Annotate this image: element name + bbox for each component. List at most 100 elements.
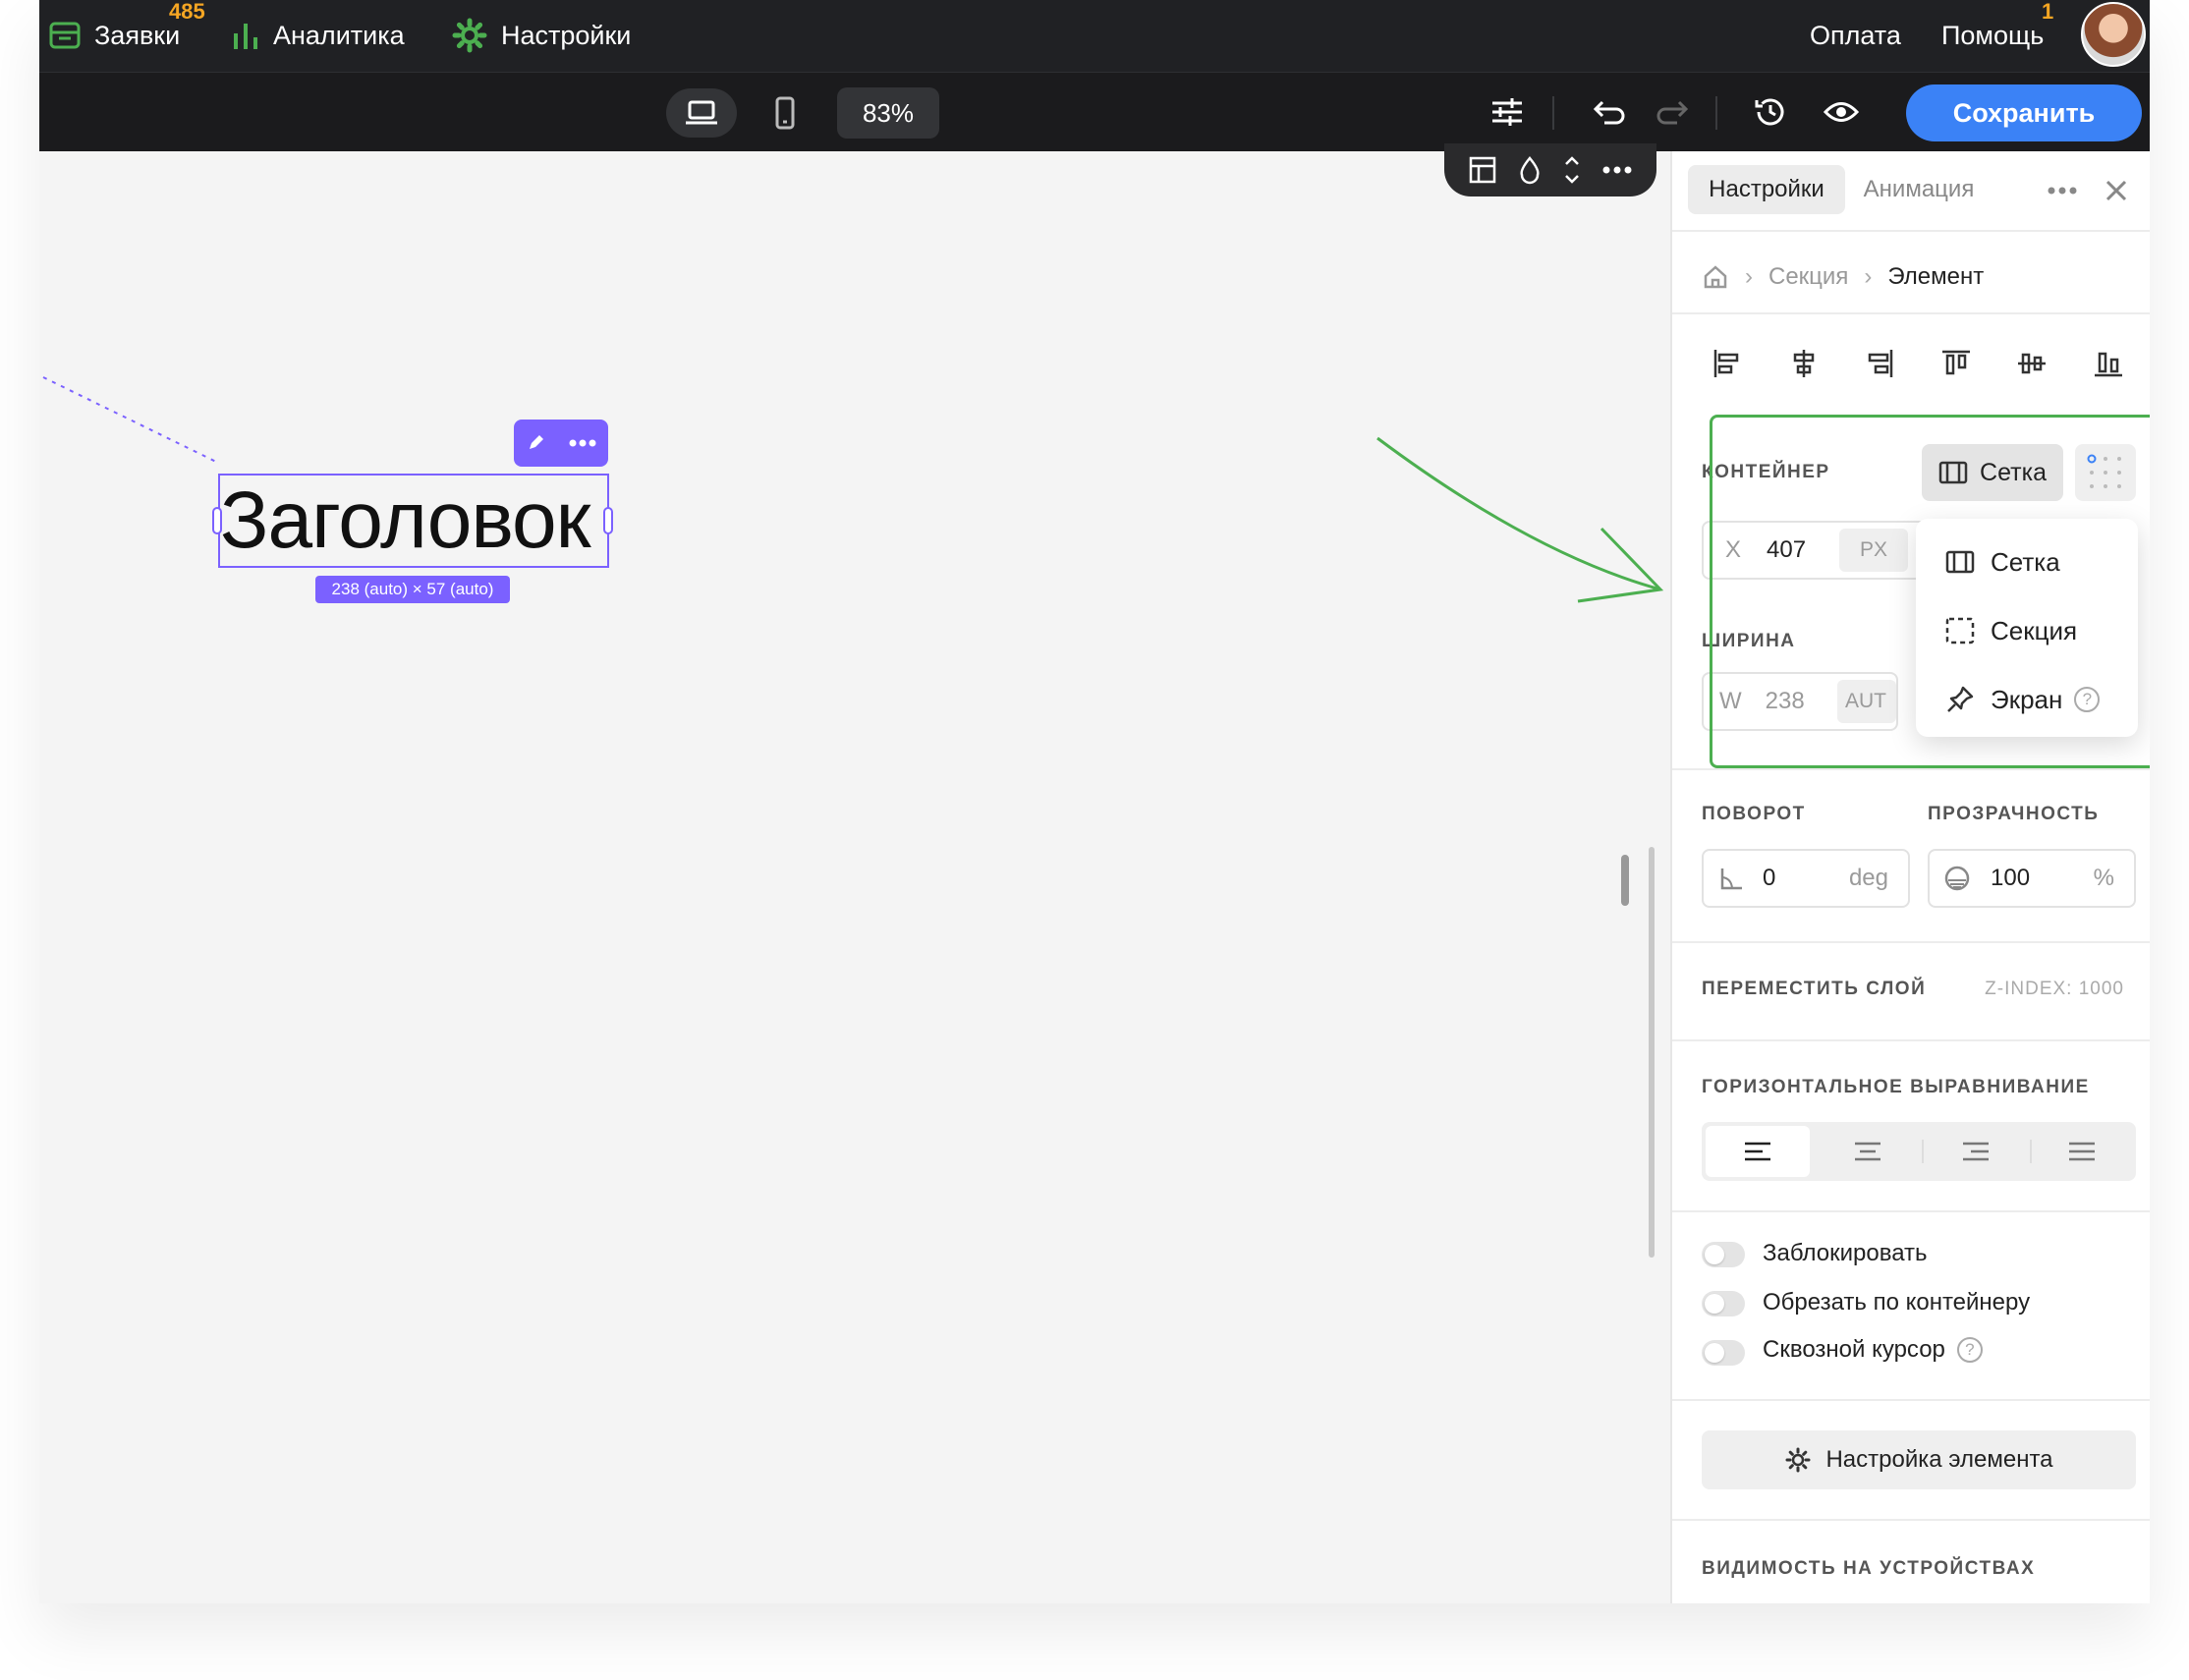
gear-icon bbox=[1785, 1447, 1811, 1473]
pencil-icon[interactable] bbox=[526, 433, 545, 453]
align-top-icon[interactable] bbox=[1940, 348, 1972, 379]
separator bbox=[1715, 96, 1717, 130]
dropdown-item-section[interactable]: Секция bbox=[1945, 611, 2077, 650]
nav-item-analytics[interactable]: Аналитика bbox=[232, 0, 405, 71]
nav-item-help[interactable]: Помощь bbox=[1941, 0, 2044, 71]
text-align-right-icon bbox=[1963, 1142, 1989, 1161]
editor-toolbar: 83% Сохранить bbox=[39, 73, 2150, 151]
dropdown-item-label: Сетка bbox=[1991, 546, 2060, 577]
breadcrumb-element: Элемент bbox=[1887, 263, 1985, 290]
breadcrumb-section[interactable]: Секция bbox=[1768, 263, 1848, 291]
lock-toggle[interactable] bbox=[1702, 1242, 1745, 1267]
chevron-right-icon: › bbox=[1864, 263, 1873, 290]
align-bottom-icon[interactable] bbox=[2093, 348, 2124, 379]
nav-label: Аналитика bbox=[273, 20, 405, 50]
dropdown-item-label: Секция bbox=[1991, 615, 2078, 645]
settings-panel: Настройки Анимация › Секция › Элемент КО… bbox=[1670, 151, 2150, 1603]
z-index-label: Z-INDEX: 1000 bbox=[1985, 979, 2124, 999]
align-right-icon[interactable] bbox=[1864, 348, 1895, 379]
canvas-scrollbar[interactable] bbox=[1621, 855, 1629, 906]
breadcrumb: › Секция › Элемент bbox=[1702, 257, 1984, 297]
adjust-button[interactable] bbox=[1482, 86, 1533, 138]
align-tools bbox=[1712, 344, 2124, 383]
pin-icon bbox=[1947, 686, 1974, 712]
history-button[interactable] bbox=[1745, 86, 1796, 138]
move-layer-label[interactable]: ПЕРЕМЕСТИТЬ СЛОЙ bbox=[1702, 979, 1926, 1000]
halign-right-button[interactable] bbox=[1924, 1126, 2028, 1177]
resize-handle-right[interactable] bbox=[603, 507, 613, 534]
divider bbox=[1672, 941, 2150, 943]
more-icon[interactable] bbox=[1602, 166, 1632, 174]
nav-label: Оплата bbox=[1810, 20, 1901, 50]
nav-label: Заявки bbox=[94, 20, 181, 50]
zoom-level[interactable]: 83% bbox=[837, 87, 939, 139]
eye-icon bbox=[1824, 102, 1859, 122]
more-icon[interactable] bbox=[569, 439, 596, 447]
tab-settings[interactable]: Настройки bbox=[1688, 165, 1845, 214]
rotation-field[interactable]: 0 deg bbox=[1702, 849, 1910, 908]
nav-label: Помощь bbox=[1941, 20, 2045, 50]
rotation-value: 0 bbox=[1763, 865, 1776, 891]
close-icon[interactable] bbox=[2105, 179, 2128, 202]
rotation-unit: deg bbox=[1848, 865, 1888, 891]
editor-window: Заявки 485 Аналитика Настройки Оплата По… bbox=[39, 0, 2150, 1603]
mobile-view-button[interactable] bbox=[760, 88, 810, 138]
nav-item-requests[interactable]: Заявки bbox=[49, 0, 180, 71]
opacity-unit: % bbox=[2093, 865, 2114, 891]
clip-label: Обрезать по контейнеру bbox=[1763, 1289, 2031, 1316]
desktop-view-button[interactable] bbox=[666, 88, 737, 138]
halign-left-button[interactable] bbox=[1706, 1126, 1810, 1177]
dropdown-item-screen[interactable]: Экран ? bbox=[1945, 680, 2101, 719]
home-icon[interactable] bbox=[1702, 263, 1729, 291]
opacity-value: 100 bbox=[1991, 865, 2031, 891]
laptop-icon bbox=[686, 100, 717, 125]
more-icon[interactable] bbox=[2048, 187, 2077, 195]
redo-icon bbox=[1656, 100, 1689, 125]
layout-icon[interactable] bbox=[1469, 156, 1496, 184]
resize-vertical-icon[interactable] bbox=[1563, 155, 1581, 185]
divider bbox=[1672, 768, 2150, 770]
opacity-label: ПРОЗРАЧНОСТЬ bbox=[1928, 804, 2100, 824]
panel-scrollbar[interactable] bbox=[1649, 847, 1655, 1258]
opacity-icon bbox=[1944, 866, 1970, 891]
dropdown-item-label: Экран bbox=[1991, 684, 2063, 714]
container-dropdown-menu: Сетка Секция Экран ? bbox=[1916, 519, 2138, 737]
divider bbox=[1672, 1519, 2150, 1521]
visibility-label: ВИДИМОСТЬ НА УСТРОЙСТВАХ bbox=[1702, 1558, 2036, 1579]
divider bbox=[1672, 230, 2150, 232]
clip-toggle[interactable] bbox=[1702, 1291, 1745, 1316]
nav-item-settings[interactable]: Настройки bbox=[452, 0, 631, 71]
grid-icon bbox=[1945, 550, 1975, 574]
canvas[interactable] bbox=[39, 151, 1670, 1603]
size-label: 238 (auto) × 57 (auto) bbox=[315, 576, 510, 603]
align-left-icon[interactable] bbox=[1712, 348, 1743, 379]
bar-chart-icon bbox=[234, 24, 257, 49]
help-icon[interactable]: ? bbox=[2074, 687, 2101, 712]
dashed-square-icon bbox=[1945, 617, 1975, 644]
angle-icon bbox=[1720, 868, 1742, 890]
top-nav-bar: Заявки 485 Аналитика Настройки Оплата По… bbox=[39, 0, 2150, 73]
help-icon[interactable]: ? bbox=[1956, 1337, 1983, 1363]
redo-button[interactable] bbox=[1647, 86, 1698, 138]
align-center-h-icon[interactable] bbox=[1788, 348, 1820, 379]
avatar[interactable] bbox=[2081, 2, 2146, 67]
tab-animation[interactable]: Анимация bbox=[1845, 165, 1993, 214]
divider bbox=[1672, 1039, 2150, 1041]
pass-through-cursor-row: Сквозной курсор ? bbox=[1763, 1336, 1983, 1364]
align-center-v-icon[interactable] bbox=[2016, 348, 2048, 379]
heading-text[interactable]: Заголовок bbox=[220, 472, 591, 570]
halign-justify-button[interactable] bbox=[2032, 1126, 2132, 1177]
halign-center-button[interactable] bbox=[1816, 1126, 1920, 1177]
opacity-field[interactable]: 100 % bbox=[1928, 849, 2136, 908]
preview-button[interactable] bbox=[1816, 86, 1867, 138]
dropdown-item-grid[interactable]: Сетка bbox=[1945, 542, 2060, 582]
divider bbox=[1672, 1210, 2150, 1212]
undo-button[interactable] bbox=[1584, 86, 1635, 138]
nav-item-payment[interactable]: Оплата bbox=[1810, 0, 1901, 71]
floating-toolbar bbox=[1444, 143, 1656, 196]
undo-icon bbox=[1593, 100, 1625, 125]
fill-drop-icon[interactable] bbox=[1518, 155, 1542, 185]
save-button[interactable]: Сохранить bbox=[1906, 84, 2142, 141]
pass-through-cursor-toggle[interactable] bbox=[1702, 1340, 1745, 1366]
element-settings-button[interactable]: Настройка элемента bbox=[1702, 1430, 2136, 1489]
